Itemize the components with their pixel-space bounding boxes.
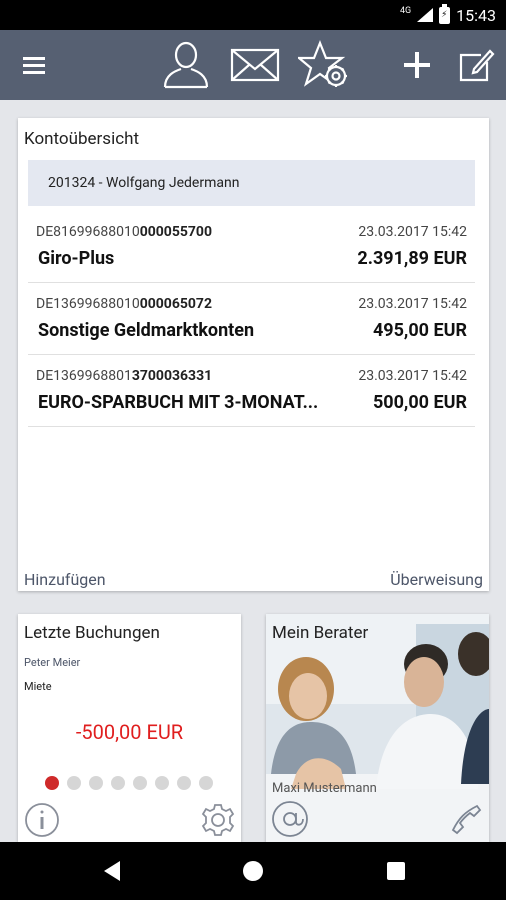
account-date: 23.03.2017 15:42: [358, 368, 467, 384]
email-advisor-button[interactable]: [270, 800, 310, 842]
page-dot[interactable]: [45, 776, 59, 790]
page-dot[interactable]: [199, 776, 213, 790]
page-dot[interactable]: [67, 776, 81, 790]
menu-icon: [23, 57, 45, 74]
mail-icon: [230, 48, 280, 82]
booking-counterparty: Peter Meier: [24, 656, 81, 669]
page-dot[interactable]: [89, 776, 103, 790]
account-row[interactable]: DE13699688013700036331 23.03.2017 15:42 …: [28, 354, 475, 427]
page-dot[interactable]: [133, 776, 147, 790]
advisor-name: Maxi Mustermann: [272, 781, 377, 796]
person-icon: [163, 41, 209, 89]
account-balance: 495,00 EUR: [372, 320, 467, 341]
account-date: 23.03.2017 15:42: [358, 224, 467, 240]
account-row[interactable]: DE81699688010000055700 23.03.2017 15:42 …: [28, 210, 475, 283]
account-date: 23.03.2017 15:42: [358, 296, 467, 312]
page-indicator[interactable]: [45, 776, 213, 790]
recents-square-icon: [387, 862, 405, 880]
battery-icon: ⚡: [439, 3, 451, 24]
call-advisor-button[interactable]: [447, 800, 483, 840]
account-iban: DE13699688013700036331: [36, 368, 213, 384]
info-icon: [25, 803, 59, 837]
nav-home-button[interactable]: [233, 842, 273, 900]
settings-button[interactable]: [200, 802, 236, 842]
page-dot[interactable]: [111, 776, 125, 790]
last-bookings-title: Letzte Buchungen: [24, 623, 160, 643]
menu-button[interactable]: [14, 30, 56, 100]
account-name: Sonstige Geldmarktkonten: [38, 320, 255, 341]
account-overview-title: Kontoübersicht: [24, 129, 140, 149]
transfer-link[interactable]: Überweisung: [390, 570, 483, 589]
add-icon: [404, 52, 430, 78]
favorites-settings-button[interactable]: [296, 30, 352, 100]
signal-icon: [417, 8, 434, 22]
page-dot[interactable]: [155, 776, 169, 790]
back-triangle-icon: [104, 861, 120, 881]
nav-recents-button[interactable]: [376, 842, 416, 900]
my-advisor-title: Mein Berater: [272, 623, 369, 643]
account-name: EURO-SPARBUCH MIT 3-MONAT...: [38, 392, 319, 413]
system-nav-bar: [0, 842, 506, 900]
at-email-icon: [272, 801, 308, 837]
account-iban: DE13699688010000065072: [36, 296, 212, 312]
edit-button[interactable]: [455, 30, 497, 100]
account-balance: 2.391,89 EUR: [357, 248, 467, 269]
edit-icon: [459, 49, 495, 82]
account-overview-card: Kontoübersicht 201324 - Wolfgang Jederma…: [18, 118, 489, 591]
app-bar: [0, 30, 506, 100]
account-iban: DE81699688010000055700: [36, 224, 212, 240]
gear-icon: [201, 804, 235, 836]
messages-button[interactable]: [228, 30, 282, 100]
last-bookings-card[interactable]: Letzte Buchungen Peter Meier Miete -500,…: [18, 614, 241, 842]
account-row[interactable]: DE13699688010000065072 23.03.2017 15:42 …: [28, 282, 475, 355]
network-type: 4G: [399, 6, 412, 16]
booking-amount: -500,00 EUR: [75, 720, 184, 744]
status-bar: 4G ⚡ 15:43: [0, 0, 506, 30]
star-settings-icon: [298, 40, 347, 87]
account-owner-header[interactable]: 201324 - Wolfgang Jedermann: [28, 160, 475, 206]
my-advisor-card[interactable]: Mein Berater Maxi Mustermann: [266, 614, 489, 842]
account-name: Giro-Plus: [38, 248, 115, 269]
info-button[interactable]: [24, 802, 60, 842]
clock: 15:43: [456, 5, 496, 25]
profile-button[interactable]: [160, 30, 212, 100]
phone-icon: [451, 804, 482, 835]
booking-purpose: Miete: [24, 680, 52, 693]
home-circle-icon: [243, 861, 263, 881]
account-balance: 500,00 EUR: [372, 392, 467, 413]
add-button[interactable]: [398, 30, 436, 100]
page-dot[interactable]: [177, 776, 191, 790]
nav-back-button[interactable]: [92, 842, 132, 900]
add-account-link[interactable]: Hinzufügen: [24, 570, 106, 589]
